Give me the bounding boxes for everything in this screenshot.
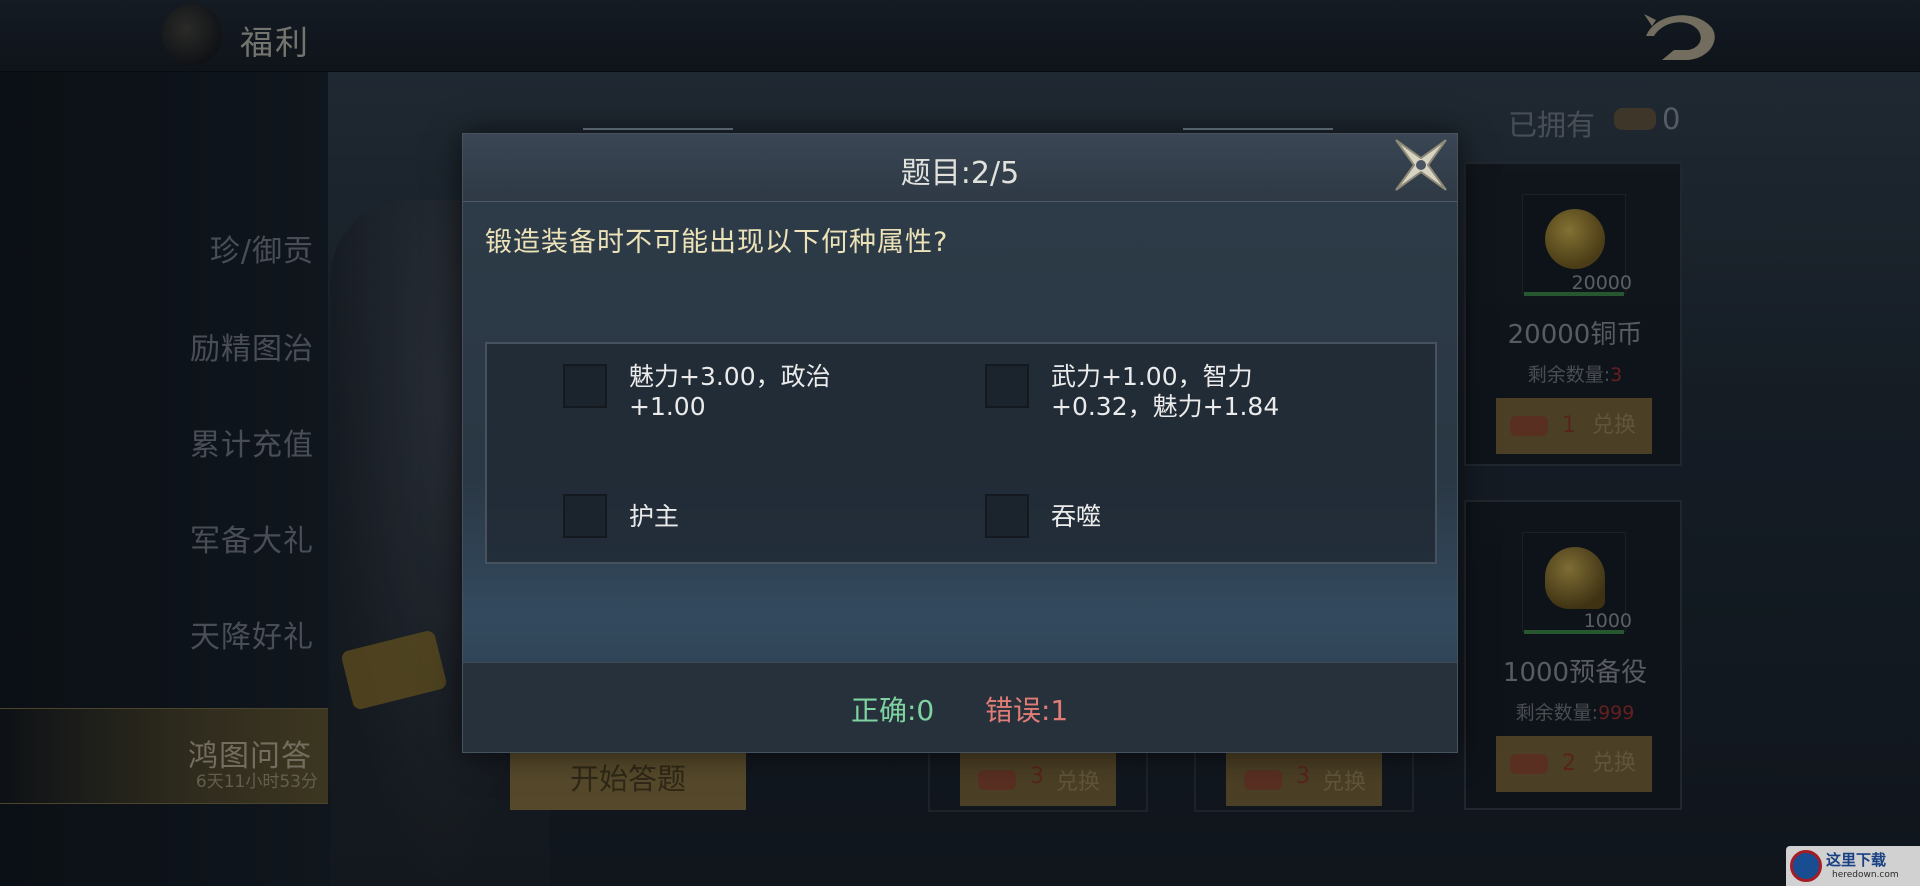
option-label: 护主 [629,502,680,531]
correct-count: 正确:0 [851,694,935,727]
options-panel: 魅力+3.00，政治 +1.00 武力+1.00，智力 +0.32，魅力+1.8… [485,342,1437,564]
wrong-count: 错误:1 [985,694,1069,727]
option-label: 武力+1.00，智力 +0.32，魅力+1.84 [1051,362,1280,421]
score-bar: 正确:0 错误:1 [463,662,1457,752]
option-checkbox[interactable] [985,364,1029,408]
question-counter: 题目:2/5 [900,156,1020,191]
option-label: 魅力+3.00，政治 +1.00 [629,362,831,421]
option-checkbox[interactable] [985,494,1029,538]
option-checkbox[interactable] [563,364,607,408]
question-text: 锻造装备时不可能出现以下何种属性? [485,227,949,258]
dialog-header: 题目:2/5 [463,128,1457,202]
quiz-dialog: 题目:2/5 锻造装备时不可能出现以下何种属性? 魅力+3.00，政治 +1.0… [462,128,1458,753]
close-icon[interactable] [1390,134,1452,196]
option-checkbox[interactable] [563,494,607,538]
option-label: 吞噬 [1051,502,1102,531]
